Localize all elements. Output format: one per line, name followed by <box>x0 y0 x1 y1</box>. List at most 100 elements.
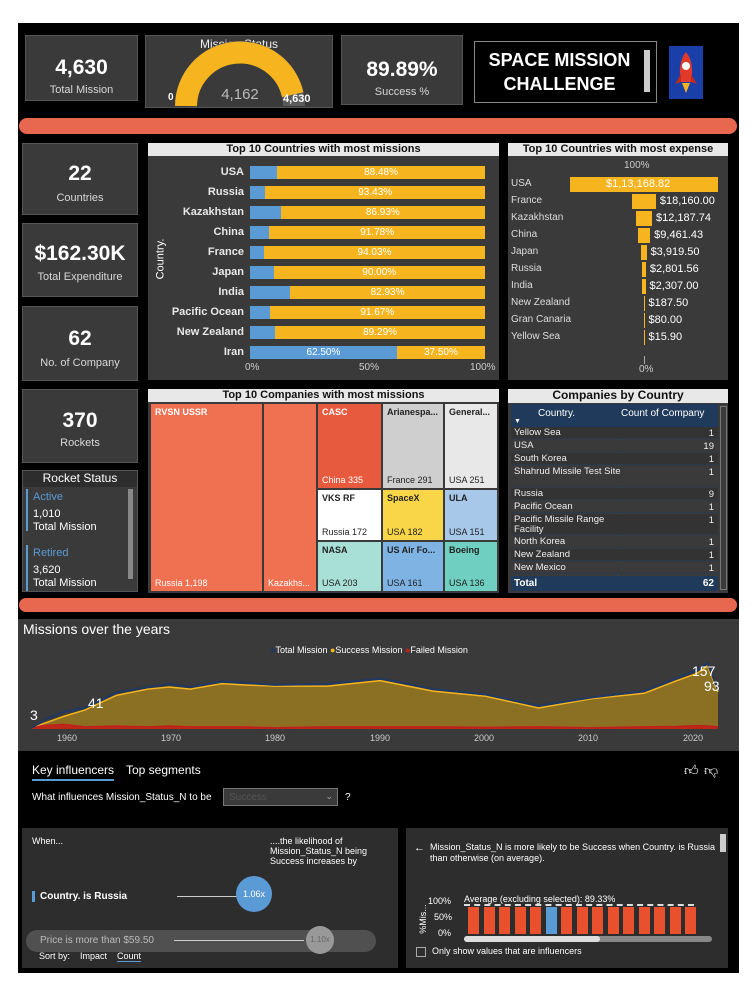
missions-over-years-panel[interactable]: Missions over the years ●Total Mission ●… <box>18 619 739 751</box>
influencer-bar[interactable] <box>638 907 650 934</box>
treemap-nasa[interactable]: NASA USA 203 <box>317 541 382 592</box>
country-bar-row[interactable]: Japan 90.00% <box>148 265 499 279</box>
influencer-price[interactable]: Price is more than $59.50 1.10x <box>26 926 376 954</box>
companies-by-country-panel[interactable]: Companies by Country ▼ Country. Count of… <box>508 389 728 593</box>
treemap-us-air-force[interactable]: US Air Fo... USA 161 <box>382 541 444 592</box>
table-row[interactable]: Yellow Sea 1 <box>511 427 718 439</box>
table-scrollbar[interactable] <box>720 406 727 590</box>
total-mission-card[interactable]: 4,630 Total Mission <box>25 35 138 101</box>
influencer-bar[interactable] <box>685 907 696 934</box>
country-bar-row[interactable]: New Zealand 89.29% <box>148 325 499 339</box>
expense-row[interactable]: Gran Canaria $80.00 <box>508 312 726 329</box>
table-row[interactable]: South Korea 1 <box>511 453 718 465</box>
tab-top-segments[interactable]: Top segments <box>126 763 201 777</box>
expense-bar[interactable] <box>642 279 646 294</box>
treemap-vks-rf[interactable]: VKS RF Russia 172 <box>317 489 382 541</box>
h-scrollbar[interactable] <box>464 936 712 942</box>
rocket-status-scrollbar[interactable] <box>128 489 133 579</box>
influencer-price-bubble[interactable]: 1.10x <box>306 926 334 954</box>
table-row[interactable]: Pacific Missile Range Facility 1 <box>511 514 718 535</box>
country-bar-row[interactable]: France 94.03% <box>148 245 499 259</box>
influencer-bar[interactable] <box>669 907 681 934</box>
country-bar-fail[interactable] <box>250 246 265 259</box>
influencer-bar[interactable] <box>545 907 557 934</box>
country-bar-fail[interactable] <box>250 286 291 299</box>
expense-row[interactable]: Russia $2,801.56 <box>508 261 726 278</box>
country-bar-fail[interactable] <box>250 186 266 199</box>
influencer-bar[interactable] <box>514 907 526 934</box>
influencer-bar[interactable] <box>607 907 619 934</box>
expense-row[interactable]: Yellow Sea $15.90 <box>508 329 726 346</box>
influencer-russia-bubble[interactable]: 1.06x <box>236 876 272 912</box>
expenditure-card[interactable]: $162.30K Total Expenditure <box>22 223 138 297</box>
influencer-bar[interactable] <box>576 907 588 934</box>
table-row[interactable]: Russia 9 <box>511 488 718 500</box>
influencer-bar[interactable] <box>623 907 634 934</box>
influencer-bar[interactable] <box>561 907 572 934</box>
expense-bar[interactable] <box>642 262 646 277</box>
country-bar-row[interactable]: USA 88.48% <box>148 165 499 179</box>
treemap-rvsn-kazakhstan[interactable]: Kazakhs... <box>263 403 317 592</box>
influencer-bar[interactable] <box>468 907 479 934</box>
country-bar-fail[interactable] <box>250 266 274 279</box>
expense-bar[interactable] <box>637 228 651 243</box>
table-row[interactable]: New Mexico 1 <box>511 562 718 574</box>
thumbs-up-icon[interactable]: 👍︎ <box>684 762 699 779</box>
influencer-bar[interactable] <box>499 907 510 934</box>
treemap-ula[interactable]: ULA USA 151 <box>444 489 498 541</box>
expense-row[interactable]: Kazakhstan $12,187.74 <box>508 210 726 227</box>
country-bar-row[interactable]: India 82.93% <box>148 285 499 299</box>
country-bar-fail[interactable] <box>250 326 276 339</box>
table-row[interactable]: North Korea 1 <box>511 536 718 548</box>
expense-row[interactable]: France $18,160.00 <box>508 193 726 210</box>
treemap-arianespace[interactable]: Arianespa... France 291 <box>382 403 444 489</box>
country-bar-row[interactable]: Iran 37.50% 62.50% <box>148 345 499 359</box>
expense-bar[interactable] <box>632 194 656 209</box>
h-scrollbar-thumb[interactable] <box>464 936 600 942</box>
expense-bar[interactable] <box>643 330 645 345</box>
sort-count[interactable]: Count <box>117 951 142 962</box>
top-companies-panel[interactable]: Top 10 Companies with most missions RVSN… <box>148 389 499 593</box>
expense-row[interactable]: New Zealand $187.50 <box>508 295 726 312</box>
top-countries-panel[interactable]: Top 10 Countries with most missions Coun… <box>148 143 499 380</box>
treemap-casc[interactable]: CASC China 335 <box>317 403 382 489</box>
influencer-bar[interactable] <box>483 907 495 934</box>
country-bar-fail[interactable] <box>250 226 270 239</box>
country-bar-row[interactable]: China 91.78% <box>148 225 499 239</box>
rockets-card[interactable]: 370 Rockets <box>22 389 138 463</box>
expense-row[interactable]: India $2,307.00 <box>508 278 726 295</box>
expense-bar[interactable] <box>636 211 652 226</box>
companies-card[interactable]: 62 No. of Company <box>22 306 138 381</box>
influencer-bar[interactable] <box>530 907 541 934</box>
treemap-general[interactable]: General... USA 251 <box>444 403 498 489</box>
tab-key-influencers[interactable]: Key influencers <box>32 763 115 781</box>
expense-bar[interactable] <box>641 245 647 260</box>
treemap-rvsn-ussr[interactable]: RVSN USSR Russia 1,198 <box>150 403 263 592</box>
sort-impact[interactable]: Impact <box>80 951 107 961</box>
expense-row[interactable]: Japan $3,919.50 <box>508 244 726 261</box>
influencer-checkbox[interactable] <box>416 947 426 957</box>
table-row[interactable]: Shahrud Missile Test Site 1 <box>511 466 718 487</box>
treemap-boeing[interactable]: Boeing USA 136 <box>444 541 498 592</box>
expense-row[interactable]: USA $1,13,168.82 <box>508 176 726 193</box>
country-bar-row[interactable]: Pacific Ocean 91.67% <box>148 305 499 319</box>
table-row[interactable]: New Zealand 1 <box>511 549 718 561</box>
influencer-bar[interactable] <box>654 907 665 934</box>
influencer-bar[interactable] <box>592 907 603 934</box>
countries-card[interactable]: 22 Countries <box>22 143 138 215</box>
expense-bar[interactable] <box>643 296 645 311</box>
table-row[interactable]: Pacific Ocean 1 <box>511 501 718 513</box>
outcome-dropdown[interactable]: Success ⌄ <box>223 788 338 806</box>
thumbs-down-icon[interactable]: 👎︎ <box>704 762 718 779</box>
country-bar-row[interactable]: Kazakhstan 86.93% <box>148 205 499 219</box>
expense-row[interactable]: China $9,461.43 <box>508 227 726 244</box>
country-bar-fail[interactable] <box>250 306 270 319</box>
table-row[interactable]: USA 19 <box>511 440 718 452</box>
success-card[interactable]: 89.89% Success % <box>341 35 463 105</box>
treemap-spacex[interactable]: SpaceX USA 182 <box>382 489 444 541</box>
influencer-russia[interactable]: Country. is Russia 1.06x <box>30 876 375 912</box>
top-expense-panel[interactable]: Top 10 Countries with most expense 100% … <box>508 143 728 380</box>
expense-bar[interactable] <box>643 313 645 328</box>
mission-status-card[interactable]: Mission Status 0 4,162 4,630 <box>145 35 333 108</box>
country-bar-row[interactable]: Russia 93.43% <box>148 185 499 199</box>
